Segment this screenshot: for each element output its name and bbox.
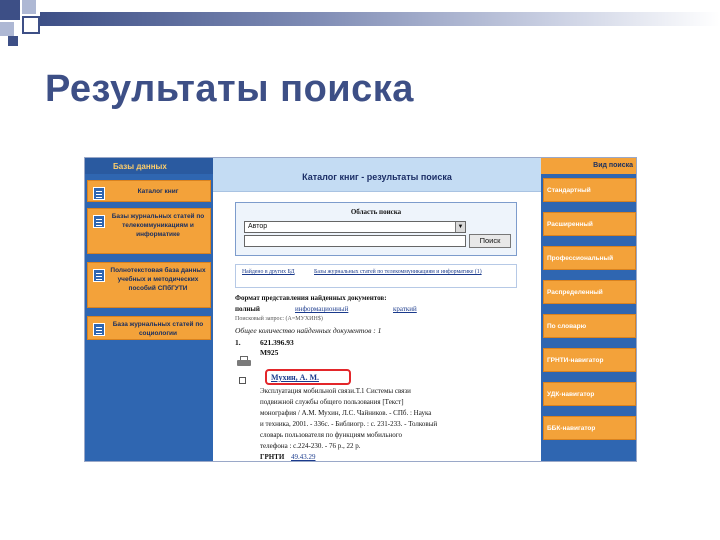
db-item-label: Каталог книг bbox=[137, 188, 179, 195]
db-item-telecom-articles[interactable]: Базы журнальных статей по телекоммуникац… bbox=[87, 208, 211, 254]
result-line: и техника, 2001. - 336с. - Библиогр. : с… bbox=[260, 420, 438, 428]
telecom-db-results-link[interactable]: Базы журнальных статей по телекоммуникац… bbox=[314, 269, 509, 276]
database-icon bbox=[93, 187, 105, 200]
databases-heading: Базы данных bbox=[85, 158, 213, 174]
result-line: Эксплуатация мобильной связи.Т.1 Системы… bbox=[260, 387, 411, 395]
slide-top-bar bbox=[40, 12, 720, 26]
result-line: словарь пользователя по функциям мобильн… bbox=[260, 431, 402, 439]
other-db-box: Найдено в других БД Базы журнальных стат… bbox=[235, 264, 517, 288]
search-type-panel: Вид поиска Стандартный Расширенный Профе… bbox=[541, 158, 636, 461]
search-type-grnti-navigator[interactable]: ГРНТИ-навигатор bbox=[543, 348, 636, 372]
result-author-link[interactable]: Мухин, А. М. bbox=[271, 373, 319, 382]
database-icon bbox=[93, 269, 105, 282]
grnti-label: ГРНТИ bbox=[260, 453, 285, 461]
found-in-other-db-link[interactable]: Найдено в других БД bbox=[242, 269, 302, 276]
format-info-link[interactable]: информационный bbox=[295, 305, 348, 313]
database-icon bbox=[93, 323, 105, 336]
result-checkbox[interactable] bbox=[239, 377, 246, 384]
db-item-book-catalog[interactable]: Каталог книг bbox=[87, 180, 211, 202]
results-header: Каталог книг - результаты поиска bbox=[213, 158, 541, 192]
search-type-dictionary[interactable]: По словарю bbox=[543, 314, 636, 338]
result-line: подвижной службы общего пользования [Тек… bbox=[260, 398, 404, 406]
result-line: телефона : с.224-230. - 76 р., 22 р. bbox=[260, 442, 361, 450]
catalog-screenshot: Базы данных Каталог книг Базы журнальных… bbox=[84, 157, 637, 462]
format-full[interactable]: полный bbox=[235, 305, 260, 313]
db-item-label: Базы журнальных статей по телекоммуникац… bbox=[111, 213, 205, 238]
search-area-title: Область поиска bbox=[350, 208, 402, 216]
result-code: М925 bbox=[260, 348, 279, 357]
database-icon bbox=[93, 215, 105, 228]
search-type-bbk-navigator[interactable]: ББК-навигатор bbox=[543, 416, 636, 440]
search-area: Область поиска Автор ▼ Поиск bbox=[235, 202, 517, 256]
db-item-label: База журнальных статей по социологии bbox=[112, 321, 204, 337]
format-short-link[interactable]: краткий bbox=[393, 305, 417, 313]
databases-panel: Базы данных Каталог книг Базы журнальных… bbox=[85, 158, 213, 461]
grnti-link[interactable]: 49.43.29 bbox=[291, 453, 316, 461]
db-item-label: Полнотекстовая база данных учебных и мет… bbox=[110, 267, 206, 292]
printer-icon[interactable] bbox=[237, 356, 251, 368]
format-label: Формат представления найденных документо… bbox=[235, 294, 387, 302]
search-button[interactable]: Поиск bbox=[469, 234, 511, 248]
search-input[interactable] bbox=[244, 235, 466, 247]
search-type-distributed[interactable]: Распределенный bbox=[543, 280, 636, 304]
query-label: Поисковый запрос: (А=МУХИН$) bbox=[235, 316, 323, 322]
search-type-heading: Вид поиска bbox=[541, 158, 636, 174]
total-count: Общее количество найденных документов : … bbox=[235, 326, 382, 335]
slide-title: Результаты поиска bbox=[45, 68, 414, 110]
result-line: монография / А.М. Мухин, Л.С. Чайников. … bbox=[260, 409, 432, 417]
chevron-down-icon: ▼ bbox=[455, 222, 465, 232]
results-panel: Каталог книг - результаты поиска Область… bbox=[213, 158, 541, 461]
search-type-extended[interactable]: Расширенный bbox=[543, 212, 636, 236]
result-udc: 621.396.93 bbox=[260, 338, 294, 347]
db-item-fulltext-sputi[interactable]: Полнотекстовая база данных учебных и мет… bbox=[87, 262, 211, 308]
search-type-professional[interactable]: Профессиональный bbox=[543, 246, 636, 270]
search-type-udc-navigator[interactable]: УДК-навигатор bbox=[543, 382, 636, 406]
search-field-value: Автор bbox=[248, 223, 268, 230]
result-number: 1. bbox=[235, 338, 241, 347]
db-item-sociology-articles[interactable]: База журнальных статей по социологии bbox=[87, 316, 211, 340]
search-field-select[interactable]: Автор ▼ bbox=[244, 221, 466, 233]
search-type-standard[interactable]: Стандартный bbox=[543, 178, 636, 202]
